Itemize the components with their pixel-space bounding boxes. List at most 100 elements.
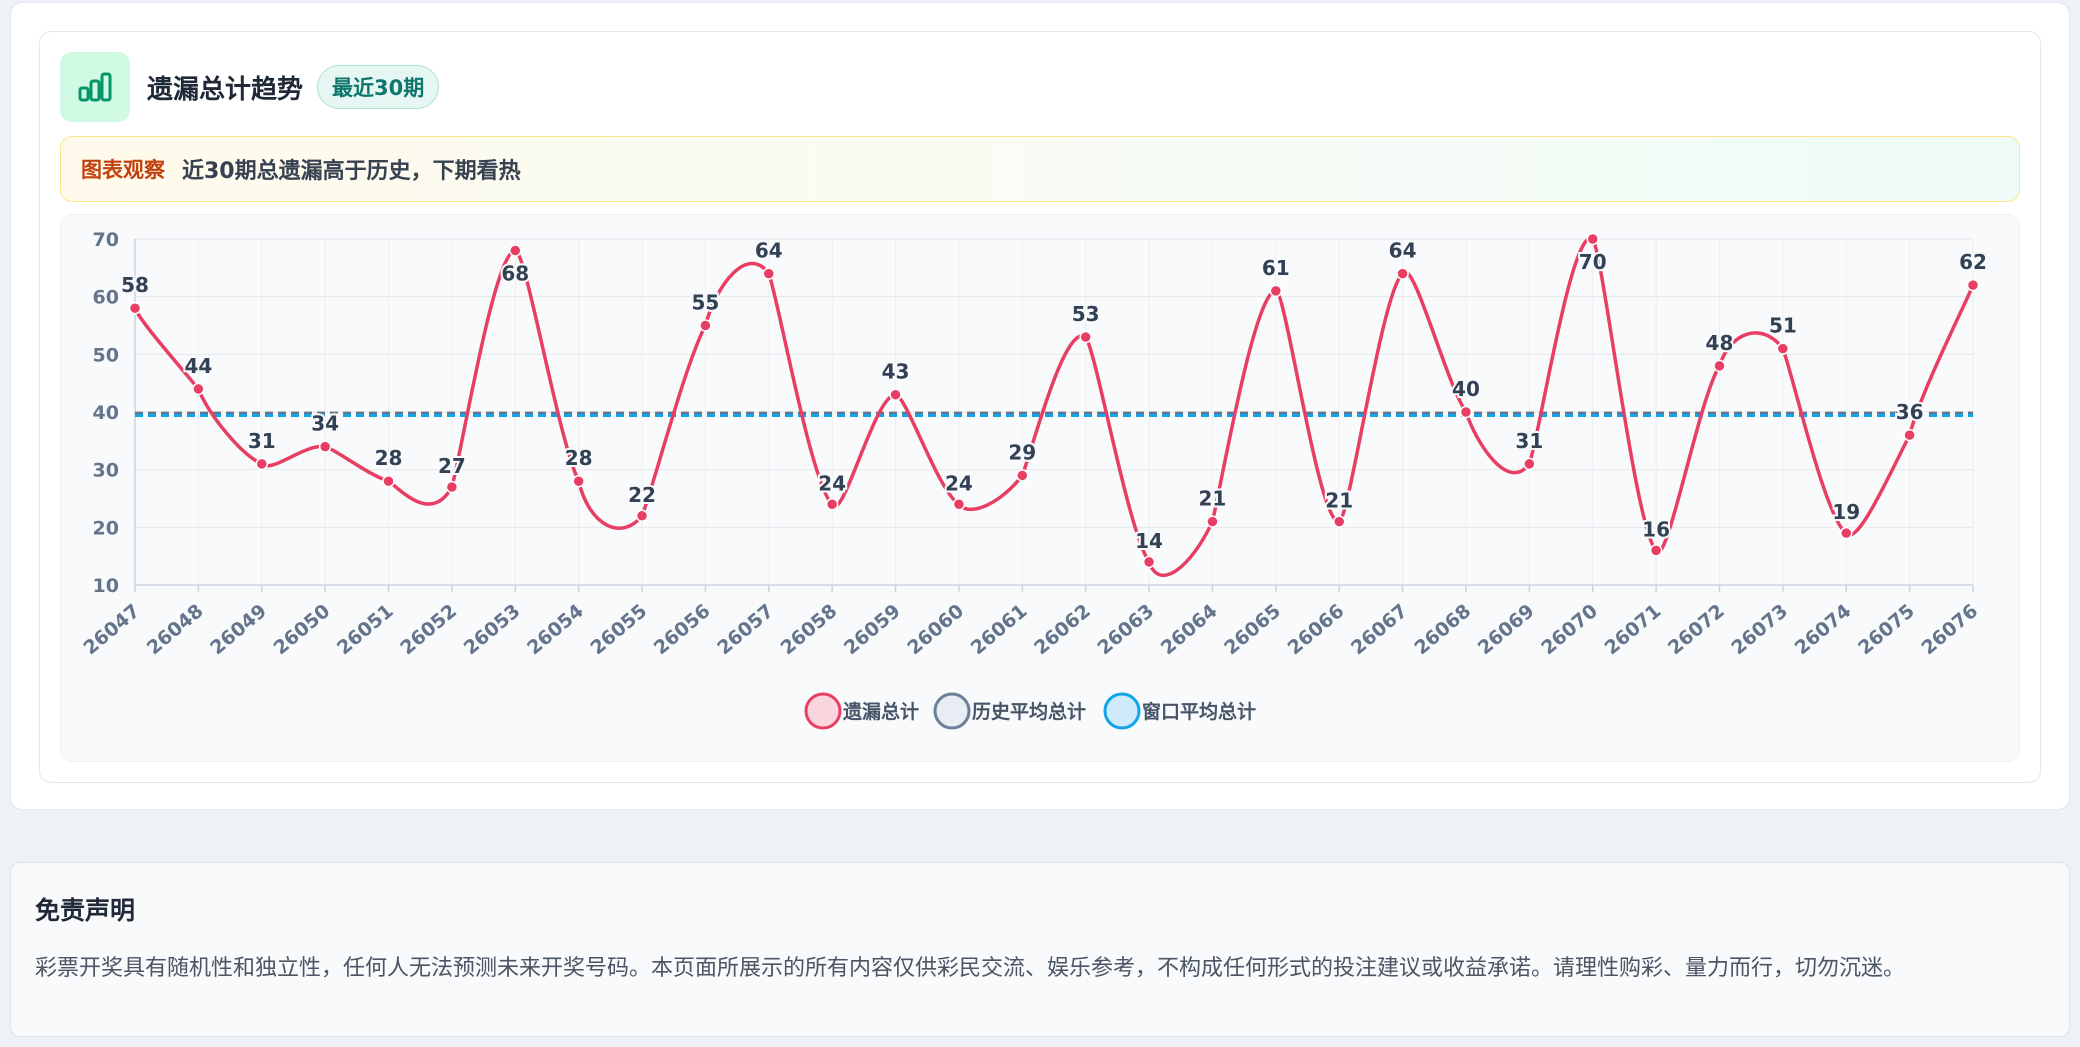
data-point (1396, 267, 1409, 280)
data-point (1839, 526, 1853, 540)
panel-header: 遗漏总计趋势 最近30期 (60, 52, 440, 122)
data-point (1649, 544, 1663, 557)
data-label: 16 (1642, 517, 1670, 541)
data-label: 58 (121, 273, 149, 297)
x-tick-label: 26054 (523, 600, 588, 659)
data-label: 36 (1896, 400, 1924, 424)
data-point (1523, 457, 1536, 471)
data-point (699, 319, 712, 332)
x-tick-label: 26069 (1474, 600, 1539, 659)
legend-label: 遗漏总计 (842, 700, 919, 723)
x-tick-label: 26063 (1093, 600, 1158, 659)
y-tick-label: 60 (93, 287, 119, 309)
data-point (1776, 342, 1790, 355)
y-tick-label: 30 (93, 460, 119, 482)
y-tick-label: 10 (93, 575, 119, 597)
x-tick-label: 26066 (1284, 600, 1349, 659)
data-point (318, 440, 332, 453)
data-label: 64 (1389, 239, 1417, 263)
disclaimer-card: 免责声明 彩票开奖具有随机性和独立性，任何人无法预测未来开奖号码。本页面所展示的… (10, 862, 2070, 1037)
disclaimer-title: 免责声明 (35, 896, 136, 925)
data-point (952, 498, 966, 511)
x-tick-label: 26055 (586, 600, 651, 659)
x-tick-label: 26073 (1727, 600, 1792, 659)
data-label: 68 (501, 262, 529, 286)
chart-area: 10 20 30 40 50 60 70 26047 26048 26049 26050 26051 2… (60, 214, 2020, 762)
x-tick-label: 26058 (777, 600, 842, 659)
data-point (825, 498, 839, 511)
data-label: 28 (565, 446, 593, 470)
line-chart: 1020304050607026047260482604926050260512… (79, 229, 1989, 730)
x-tick-label: 26075 (1854, 600, 1919, 659)
data-point (1459, 405, 1473, 419)
data-label: 70 (1579, 250, 1607, 274)
observation-banner: 图表观察 近30期总遗漏高于历史，下期看热 (60, 136, 2020, 202)
data-label: 61 (1262, 256, 1290, 280)
data-label: 28 (375, 446, 403, 470)
data-point (635, 509, 649, 523)
y-tick-label: 70 (93, 229, 119, 251)
y-tick-label: 40 (93, 402, 119, 424)
data-label: 14 (1135, 529, 1163, 553)
data-label: 29 (1008, 440, 1036, 464)
disclaimer-text: 彩票开奖具有随机性和独立性，任何人无法预测未来开奖号码。本页面所展示的所有内容仅… (35, 956, 1906, 981)
x-tick-label: 26064 (1157, 600, 1222, 659)
x-tick-label: 26047 (79, 600, 144, 659)
data-label: 19 (1832, 500, 1860, 524)
x-tick-label: 26057 (713, 600, 778, 659)
data-label: 51 (1769, 314, 1797, 338)
data-point (1269, 284, 1283, 298)
data-point (255, 457, 269, 471)
data-point (1966, 278, 1980, 292)
x-tick-label: 26050 (270, 600, 335, 659)
data-label: 24 (818, 471, 846, 495)
chart-panel: 遗漏总计趋势 最近30期 图表观察 近30期总遗漏高于历史，下期看热 10 20 3… (39, 31, 2041, 783)
data-point (1016, 469, 1029, 482)
bar-chart-icon (60, 52, 130, 122)
y-tick-label: 50 (93, 344, 119, 366)
data-label: 53 (1072, 302, 1100, 326)
data-label: 21 (1325, 489, 1353, 513)
x-tick-label: 26060 (903, 600, 968, 659)
x-tick-label: 26062 (1030, 600, 1095, 659)
data-point (572, 474, 585, 488)
trend-card: 遗漏总计趋势 最近30期 图表观察 近30期总遗漏高于历史，下期看热 10 20 3… (10, 2, 2070, 810)
data-point (128, 301, 142, 315)
data-point (382, 474, 395, 488)
data-label: 22 (628, 483, 656, 507)
data-label: 21 (1199, 487, 1227, 511)
x-tick-label: 26072 (1664, 600, 1729, 659)
x-tick-label: 26049 (206, 600, 271, 659)
data-point (192, 382, 205, 396)
observation-label: 图表观察 (81, 158, 165, 182)
x-tick-label: 26070 (1537, 600, 1602, 659)
data-point (762, 267, 776, 280)
data-label: 31 (1515, 429, 1543, 453)
panel-title: 遗漏总计趋势 (147, 74, 304, 105)
data-label: 31 (248, 429, 276, 453)
x-tick-label: 26056 (650, 600, 715, 659)
data-label: 40 (1452, 377, 1480, 401)
legend-marker (804, 692, 842, 730)
data-point (1586, 232, 1599, 246)
series-line-遗漏总计 (133, 236, 1975, 577)
x-tick-label: 26067 (1347, 600, 1412, 659)
data-point (509, 244, 522, 257)
x-tick-label: 26053 (460, 600, 525, 659)
data-label: 55 (691, 291, 719, 315)
x-tick-label: 26061 (967, 600, 1032, 659)
x-tick-label: 26068 (1410, 600, 1475, 659)
data-point (1332, 515, 1346, 528)
data-label: 48 (1706, 331, 1734, 355)
data-label: 64 (755, 239, 783, 263)
x-tick-label: 26048 (143, 600, 208, 659)
data-point (1903, 428, 1916, 442)
x-tick-label: 26059 (840, 600, 905, 659)
x-tick-label: 26065 (1220, 600, 1285, 659)
x-tick-label: 26051 (333, 600, 398, 659)
data-label: 27 (438, 454, 466, 478)
data-point (445, 480, 459, 494)
x-tick-label: 26052 (396, 600, 461, 659)
data-point (889, 388, 902, 401)
x-tick-label: 26074 (1791, 600, 1856, 659)
